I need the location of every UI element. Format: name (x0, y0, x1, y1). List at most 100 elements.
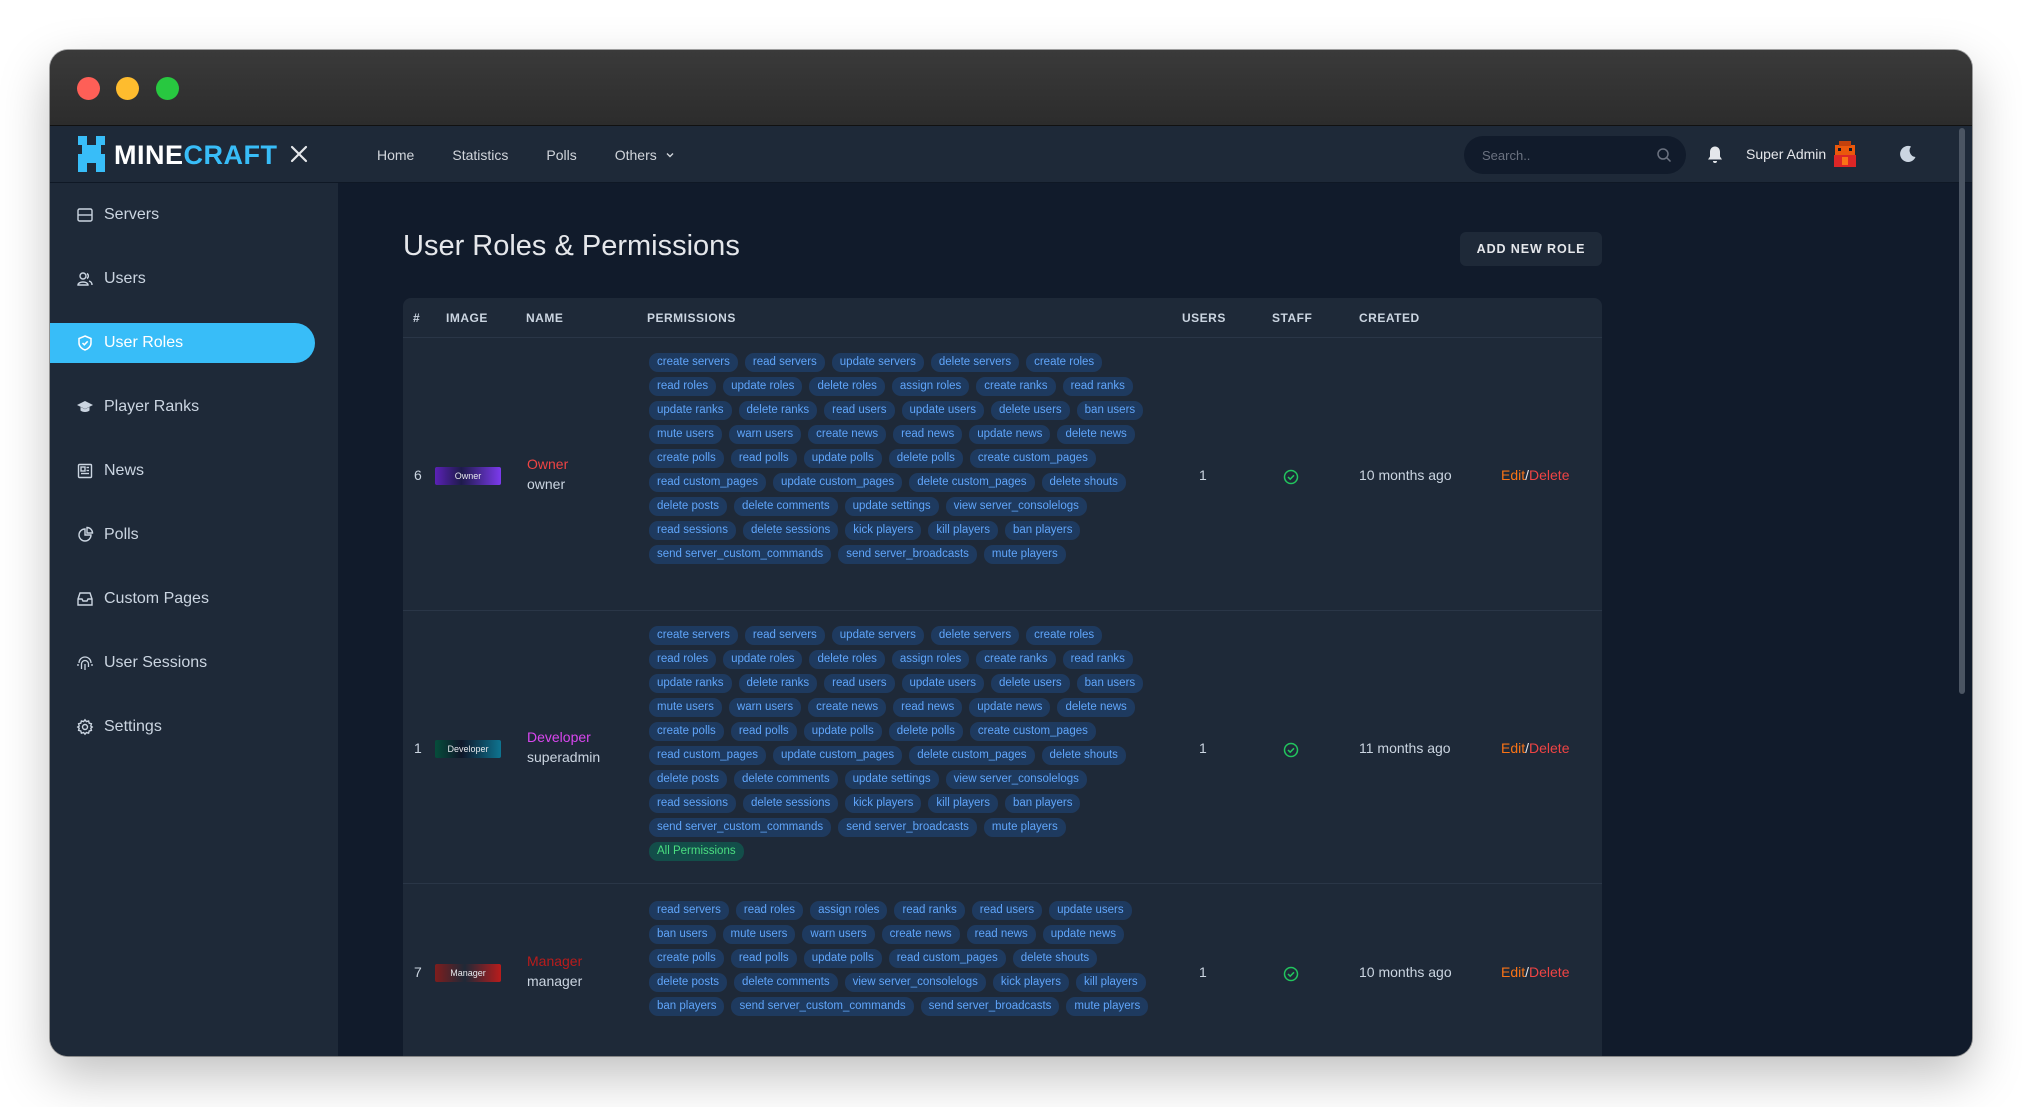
permission-tag[interactable]: mute players (983, 545, 1066, 564)
permission-tag[interactable]: send server_custom_commands (731, 997, 914, 1016)
permission-tag[interactable]: kick players (992, 973, 1069, 992)
permission-tag[interactable]: create servers (649, 626, 738, 645)
nav-statistics[interactable]: Statistics (452, 147, 508, 163)
permission-tag[interactable]: read custom_pages (649, 473, 767, 492)
permission-tag[interactable]: read news (893, 425, 963, 444)
permission-tag[interactable]: read polls (730, 449, 797, 468)
permission-tag[interactable]: send server_custom_commands (649, 545, 832, 564)
permission-tag[interactable]: delete news (1057, 425, 1135, 444)
permission-tag[interactable]: kick players (845, 794, 922, 813)
permission-tag[interactable]: ban users (1076, 401, 1144, 420)
permission-tag[interactable]: send server_broadcasts (920, 997, 1060, 1016)
moon-icon[interactable] (1898, 144, 1918, 164)
close-sidebar-icon[interactable] (288, 143, 310, 165)
permission-tag[interactable]: kick players (845, 521, 922, 540)
edit-link[interactable]: Edit (1501, 964, 1525, 980)
close-window-button[interactable] (77, 77, 100, 100)
permission-tag[interactable]: send server_broadcasts (838, 818, 977, 837)
permission-tag[interactable]: update ranks (649, 401, 732, 420)
permission-tag[interactable]: update users (901, 674, 984, 693)
permission-tag[interactable]: delete users (991, 401, 1070, 420)
permission-tag[interactable]: read ranks (1062, 377, 1133, 396)
permission-tag[interactable]: assign roles (891, 377, 970, 396)
maximize-window-button[interactable] (156, 77, 179, 100)
user-menu[interactable]: Super Admin (1746, 139, 1860, 169)
permission-tag[interactable]: update polls (803, 949, 882, 968)
permission-tag[interactable]: update users (901, 401, 984, 420)
permission-tag[interactable]: delete news (1057, 698, 1135, 717)
permission-tag[interactable]: update settings (844, 497, 939, 516)
permission-tag[interactable]: warn users (728, 425, 802, 444)
permission-tag[interactable]: delete posts (649, 973, 728, 992)
permission-tag[interactable]: update roles (723, 650, 803, 669)
permission-tag[interactable]: update servers (831, 353, 924, 372)
permission-tag[interactable]: ban players (1005, 794, 1081, 813)
nav-home[interactable]: Home (377, 147, 414, 163)
permission-tag[interactable]: update polls (803, 449, 882, 468)
sidebar-item-user-roles[interactable]: User Roles (50, 323, 315, 363)
permission-tag[interactable]: assign roles (810, 901, 888, 920)
permission-tag[interactable]: ban users (649, 925, 716, 944)
permission-tag[interactable]: update servers (831, 626, 924, 645)
permission-tag[interactable]: assign roles (891, 650, 970, 669)
permission-tag[interactable]: read roles (649, 377, 717, 396)
permission-tag[interactable]: read news (893, 698, 963, 717)
permission-tag[interactable]: delete ranks (738, 674, 818, 693)
permission-tag[interactable]: mute players (983, 818, 1066, 837)
sidebar-item-polls[interactable]: Polls (50, 515, 315, 555)
delete-link[interactable]: Delete (1529, 740, 1569, 756)
permission-tag[interactable]: warn users (802, 925, 875, 944)
minimize-window-button[interactable] (116, 77, 139, 100)
brand-name[interactable]: MINECRAFT (114, 139, 277, 171)
permission-tag[interactable]: warn users (728, 698, 802, 717)
permission-tag[interactable]: delete roles (809, 377, 885, 396)
permission-tag[interactable]: delete roles (809, 650, 885, 669)
permission-tag[interactable]: send server_custom_commands (649, 818, 832, 837)
permission-tag[interactable]: ban players (1005, 521, 1081, 540)
permission-tag[interactable]: mute users (722, 925, 796, 944)
sidebar-item-news[interactable]: News (50, 451, 315, 491)
permission-tag[interactable]: create news (808, 698, 887, 717)
permission-tag[interactable]: read polls (730, 722, 797, 741)
permission-tag[interactable]: delete comments (734, 973, 838, 992)
permission-tag[interactable]: create news (881, 925, 960, 944)
permission-tag[interactable]: delete users (991, 674, 1070, 693)
delete-link[interactable]: Delete (1529, 467, 1569, 483)
permission-tag[interactable]: delete comments (734, 497, 838, 516)
permission-tag[interactable]: update roles (723, 377, 803, 396)
permission-tag[interactable]: read users (824, 401, 895, 420)
permission-tag[interactable]: delete shouts (1041, 746, 1126, 765)
permission-tag[interactable]: read polls (730, 949, 797, 968)
permission-tag[interactable]: create polls (649, 449, 724, 468)
permission-tag[interactable]: update news (969, 425, 1051, 444)
permission-tag[interactable]: create polls (649, 949, 724, 968)
edit-link[interactable]: Edit (1501, 467, 1525, 483)
permission-tag[interactable]: read news (966, 925, 1036, 944)
permission-tag[interactable]: read servers (649, 901, 729, 920)
permission-tag[interactable]: delete custom_pages (909, 473, 1035, 492)
edit-link[interactable]: Edit (1501, 740, 1525, 756)
permission-tag[interactable]: read ranks (1062, 650, 1133, 669)
permission-tag[interactable]: read users (971, 901, 1043, 920)
permission-tag[interactable]: delete posts (649, 497, 728, 516)
permission-tag[interactable]: view server_consolelogs (945, 770, 1087, 789)
sidebar-item-custom-pages[interactable]: Custom Pages (50, 579, 315, 619)
permission-tag[interactable]: delete sessions (742, 794, 839, 813)
permission-tag[interactable]: read roles (735, 901, 804, 920)
search-input[interactable] (1482, 145, 1652, 165)
permission-tag[interactable]: ban players (649, 997, 725, 1016)
permission-tag[interactable]: read ranks (894, 901, 965, 920)
permission-tag[interactable]: mute users (649, 698, 722, 717)
permission-tag[interactable]: read sessions (649, 794, 736, 813)
permission-tag[interactable]: delete comments (734, 770, 838, 789)
sidebar-item-servers[interactable]: Servers (50, 195, 315, 235)
permission-tag[interactable]: delete sessions (742, 521, 839, 540)
permission-tag[interactable]: read custom_pages (649, 746, 767, 765)
permission-tag[interactable]: create roles (1026, 626, 1103, 645)
search-icon[interactable] (1656, 147, 1672, 163)
permission-tag[interactable]: delete servers (930, 626, 1020, 645)
permission-tag[interactable]: ban users (1076, 674, 1144, 693)
permission-tag[interactable]: delete polls (888, 449, 963, 468)
permission-tag[interactable]: create roles (1026, 353, 1103, 372)
sidebar-item-player-ranks[interactable]: Player Ranks (50, 387, 315, 427)
